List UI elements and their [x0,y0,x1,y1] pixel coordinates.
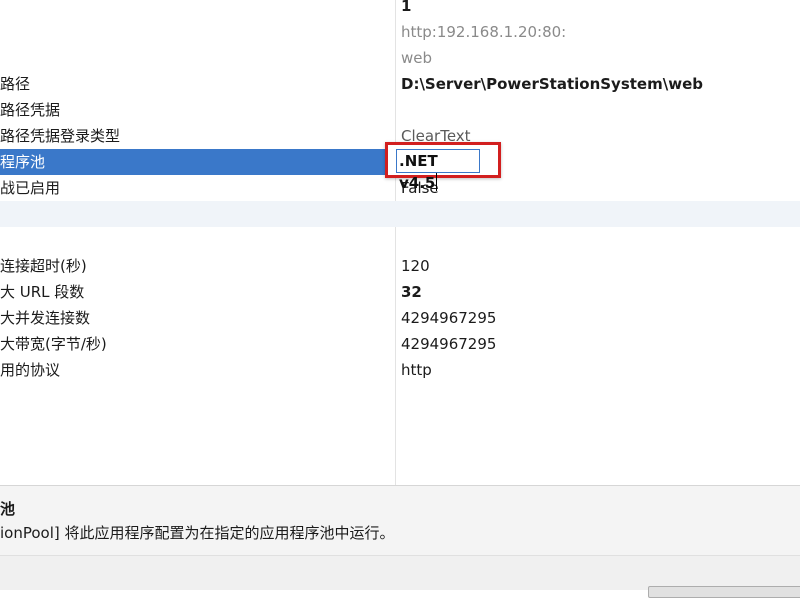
property-value: web [401,49,433,67]
property-row[interactable]: web [0,45,800,71]
property-name: 战已启用 [0,179,61,197]
app-pool-edit-value: .NET v4.5 [399,152,438,192]
property-row[interactable]: 大 URL 段数 32 [0,279,800,305]
text-caret [436,173,438,191]
property-value [401,97,796,123]
property-row[interactable]: 连接超时(秒) 120 [0,253,800,279]
property-row[interactable]: 路径凭据 [0,97,800,123]
property-row[interactable]: 大带宽(字节/秒) 4294967295 [0,331,800,357]
property-name [0,201,395,227]
property-row[interactable]: 1 [0,0,800,19]
property-value: 120 [401,257,430,275]
property-value: False [401,175,796,201]
property-name: 用的协议 [0,361,61,379]
property-row[interactable] [0,227,800,253]
property-row[interactable] [0,201,800,227]
property-name: 路径 [0,75,31,93]
property-name [0,45,395,71]
property-row[interactable]: http:192.168.1.20:80: [0,19,800,45]
property-name: 大带宽(字节/秒) [0,335,107,353]
property-value [401,227,796,253]
property-name: 大并发连接数 [0,309,91,327]
property-name: 路径凭据登录类型 [0,127,121,145]
property-value: http [401,361,432,379]
property-value: 32 [401,283,422,301]
property-name: 路径凭据 [0,101,61,119]
app-pool-edit-field[interactable]: .NET v4.5 [396,149,480,192]
property-row[interactable]: 大并发连接数 4294967295 [0,305,800,331]
property-name: 大 URL 段数 [0,283,85,301]
description-panel: 池 ionPool] 将此应用程序配置为在指定的应用程序池中运行。 [0,485,800,556]
description-text: ionPool] 将此应用程序配置为在指定的应用程序池中运行。 [0,524,395,542]
property-value [401,201,796,227]
property-value: D:\Server\PowerStationSystem\web [401,75,703,93]
description-title: 池 [0,500,16,518]
property-name: 程序池 [0,149,395,175]
property-grid: 1 http:192.168.1.20:80: web 路径 D:\Server\Pow… [0,0,800,485]
property-row[interactable]: 用的协议 http [0,357,800,383]
property-name [0,227,395,253]
dialog-button[interactable] [648,586,800,598]
property-value: 4294967295 [401,309,497,327]
property-row[interactable]: 路径 D:\Server\PowerStationSystem\web [0,71,800,97]
dialog-footer [0,555,800,598]
property-name: 连接超时(秒) [0,257,87,275]
property-name [0,19,395,45]
property-name [0,0,395,19]
property-value: 1 [401,0,412,15]
property-value: http:192.168.1.20:80: [401,23,567,41]
property-value: 4294967295 [401,335,497,353]
